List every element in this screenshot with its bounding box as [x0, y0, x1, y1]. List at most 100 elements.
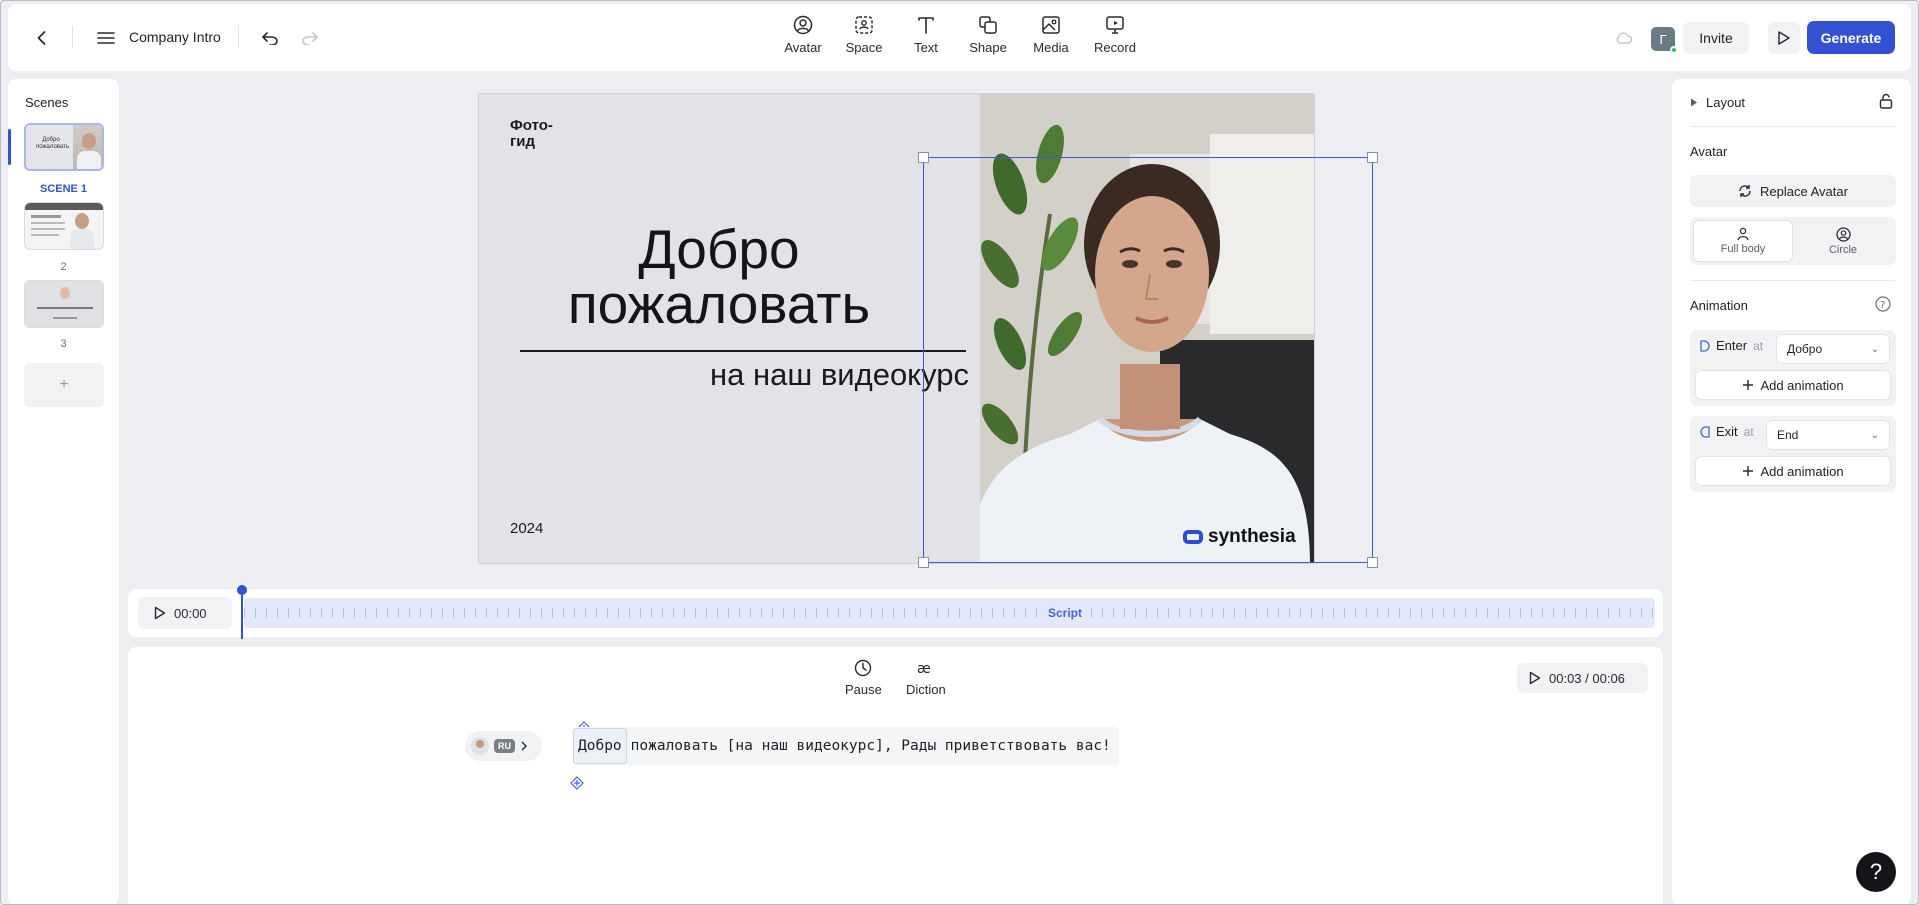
user-avatar[interactable]: Г [1651, 27, 1678, 54]
resize-handle-top-right[interactable] [1367, 152, 1378, 163]
enter-animation-box: Enter at Добро ⌄ Add animation [1690, 330, 1896, 406]
enter-icon [1700, 339, 1710, 352]
replace-icon [1739, 185, 1751, 197]
exit-trigger-select[interactable]: End ⌄ [1766, 420, 1890, 450]
time-display: 00:03 / 00:06 [1549, 670, 1625, 686]
timeline-track[interactable]: Script [244, 598, 1655, 628]
avatar-icon [793, 15, 813, 35]
timeline: 00:00 Script [128, 589, 1663, 637]
add-scene-button[interactable]: + [24, 363, 104, 407]
play-icon [1529, 671, 1541, 685]
slide-brand-text[interactable]: Фото- гид [510, 118, 570, 150]
scene-label-2: 2 [60, 261, 67, 273]
circle-person-icon [1835, 226, 1851, 242]
tool-space[interactable]: Space [834, 14, 894, 55]
record-icon [1106, 16, 1124, 34]
replace-avatar-button[interactable]: Replace Avatar [1690, 175, 1896, 207]
scenes-panel: Scenes Добро пожаловать SCENE 1 2 3 + [8, 79, 119, 905]
diction-icon: æ [917, 661, 931, 677]
menu-icon[interactable] [94, 26, 118, 50]
help-button[interactable]: ? [1856, 852, 1896, 892]
scene-label-3: 3 [60, 338, 67, 350]
full-body-option[interactable]: Full body [1693, 220, 1793, 262]
script-text-line[interactable]: Добро пожаловать [на наш видеокурс], Рад… [573, 727, 1119, 765]
timeline-script-label: Script [1044, 606, 1087, 620]
tool-shape[interactable]: Shape [958, 14, 1018, 55]
layout-toggle[interactable]: Layout [1690, 95, 1745, 110]
add-marker-icon[interactable] [570, 776, 584, 790]
tool-label: Avatar [784, 40, 822, 55]
add-exit-animation-button[interactable]: Add animation [1695, 456, 1891, 486]
unlock-icon[interactable] [1879, 93, 1893, 114]
invite-button[interactable]: Invite [1683, 22, 1749, 54]
project-title[interactable]: Company Intro [129, 29, 221, 45]
add-animation-label: Add animation [1760, 463, 1844, 479]
avatar-section-title: Avatar [1690, 144, 1728, 159]
slide-divider-line[interactable] [520, 350, 966, 352]
exit-at: at [1743, 424, 1754, 439]
preview-play-button[interactable] [1768, 22, 1800, 54]
divider [72, 26, 73, 48]
tool-label: Shape [969, 40, 1007, 55]
scene-label-1: SCENE 1 [39, 183, 88, 195]
pause-button[interactable]: Pause [845, 659, 882, 697]
tool-label: Space [845, 40, 883, 55]
divider [1690, 126, 1895, 127]
timeline-time: 00:00 [174, 605, 207, 621]
avatar-view-toggle: Full body Circle [1690, 217, 1896, 265]
text-icon [918, 17, 934, 34]
enter-trigger-value: Добро [1787, 342, 1823, 356]
tool-label: Text [914, 40, 938, 55]
exit-label: Exit [1716, 424, 1738, 439]
slide-year[interactable]: 2024 [510, 520, 543, 537]
undo-icon[interactable] [258, 26, 282, 50]
exit-animation-header: Exit at [1700, 424, 1754, 439]
resize-handle-bottom-right[interactable] [1367, 557, 1378, 568]
enter-at: at [1753, 338, 1764, 353]
tool-text[interactable]: Text [896, 14, 956, 55]
circle-option[interactable]: Circle [1793, 220, 1893, 262]
plus-icon [1743, 380, 1754, 390]
timeline-play-button[interactable]: 00:00 [138, 597, 232, 629]
tool-label: Record [1094, 40, 1136, 55]
online-status-dot [1670, 46, 1678, 54]
back-arrow-icon[interactable] [30, 26, 54, 50]
tool-record[interactable]: Record [1085, 14, 1145, 55]
language-badge: RU [494, 739, 515, 753]
highlighted-word[interactable]: Добро [573, 728, 627, 764]
help-circle-icon[interactable]: ? [1875, 296, 1891, 317]
voice-selector[interactable]: RU [465, 731, 542, 761]
diction-button[interactable]: æ Diction [906, 659, 946, 697]
plus-icon [1743, 466, 1754, 476]
slide-heading[interactable]: Добро пожаловать [539, 222, 899, 332]
properties-panel: Layout Avatar Replace Avatar Full body C… [1672, 79, 1911, 905]
redo-icon[interactable] [298, 26, 322, 50]
slide-subheading[interactable]: на наш видеокурс [639, 357, 969, 393]
script-panel: Pause æ Diction 00:03 / 00:06 RU Добро п… [128, 647, 1663, 905]
slide-canvas[interactable]: Фото- гид Добро пожаловать на наш видеок… [478, 93, 1315, 564]
scene-thumbnail-1[interactable]: Добро пожаловать [24, 123, 104, 171]
scenes-title: Scenes [25, 95, 69, 110]
scene-thumbnail-2[interactable] [24, 202, 104, 250]
synthesia-logo-text: synthesia [1208, 526, 1296, 547]
avatar-photo[interactable] [980, 94, 1314, 563]
tool-media[interactable]: Media [1021, 14, 1081, 55]
circle-label: Circle [1828, 243, 1858, 256]
diction-label: Diction [906, 682, 946, 697]
svg-text:æ: æ [917, 661, 931, 677]
script-play-time[interactable]: 00:03 / 00:06 [1517, 663, 1648, 693]
timeline-ticks [244, 608, 1655, 618]
pause-label: Pause [845, 682, 882, 697]
tool-label: Media [1033, 40, 1069, 55]
animation-section-title: Animation [1690, 298, 1748, 313]
enter-trigger-select[interactable]: Добро ⌄ [1776, 334, 1890, 364]
add-enter-animation-button[interactable]: Add animation [1695, 370, 1891, 400]
shape-icon [979, 16, 997, 34]
tool-avatar[interactable]: Avatar [773, 14, 833, 55]
playhead-handle[interactable] [237, 585, 247, 595]
scene-thumbnail-3[interactable] [24, 280, 104, 328]
exit-icon [1700, 425, 1710, 438]
script-text[interactable]: пожаловать [на наш видеокурс], Рады прив… [631, 738, 1111, 754]
generate-button[interactable]: Generate [1807, 21, 1895, 54]
divider [1690, 280, 1895, 281]
